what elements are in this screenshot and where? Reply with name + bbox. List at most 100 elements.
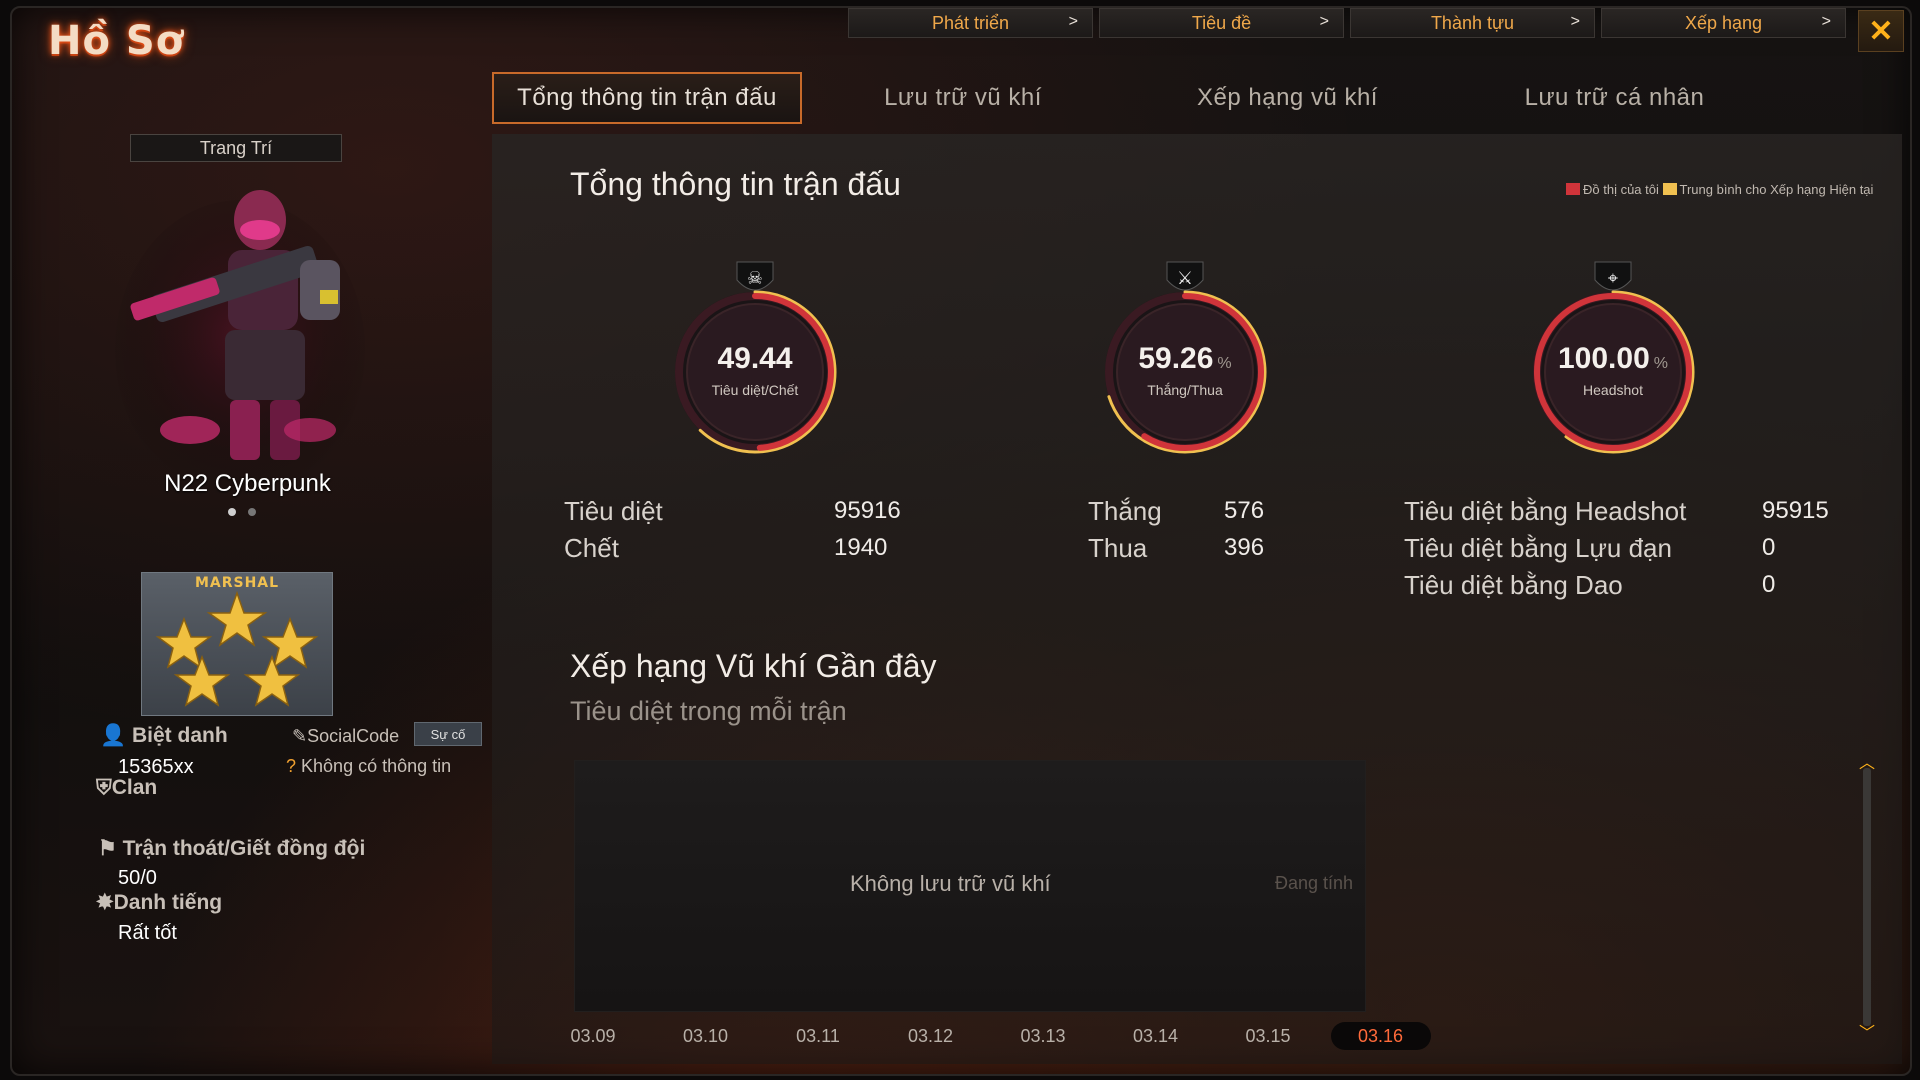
character-portrait (115, 190, 365, 500)
wins-value: 576 (1224, 497, 1265, 524)
gauge-headshot: ⌖ 100.00% Headshot (1508, 260, 1718, 470)
reputation-label-text: Danh tiếng (113, 891, 223, 914)
gauge-value: 49.44 (650, 342, 860, 376)
weapon-rank-subtitle: Tiêu diệt trong mỗi trận (570, 696, 847, 726)
socialcode-label: ✎SocialCode (292, 726, 399, 747)
top-nav-label: Tiêu đề (1191, 12, 1252, 33)
gauge-value-text: 59.26 (1138, 342, 1214, 375)
gauge-label: Thắng/Thua (1147, 382, 1223, 398)
socialcode-label-text: SocialCode (307, 726, 400, 746)
date-option[interactable]: 03.12 (886, 1022, 976, 1050)
gauge-winrate: ⚔ 59.26% Thắng/Thua (1080, 260, 1290, 470)
pager-dot[interactable] (228, 508, 236, 516)
date-option[interactable]: 03.11 (773, 1022, 863, 1050)
date-option[interactable]: 03.16 (1330, 1022, 1431, 1050)
tab-weapon-storage[interactable]: Lưu trữ vũ khí (802, 72, 1124, 124)
legend-swatch-mine (1566, 183, 1580, 195)
close-icon: ✕ (1868, 14, 1894, 48)
skull-icon: ☠ (747, 268, 763, 289)
person-icon: 👤 (100, 724, 127, 747)
gauge-unit: % (1217, 355, 1232, 372)
knife-kills-label: Tiêu diệt bằng Dao (1404, 570, 1623, 600)
knife-kills-value: 0 (1762, 571, 1776, 598)
headshot-kills-value: 95915 (1762, 497, 1829, 524)
running-icon: ⚑ (98, 837, 117, 860)
scroll-down-icon[interactable]: ﹀ (1856, 1026, 1878, 1042)
escape-teamkill-label: ⚑ Trận thoát/Giết đồng đội (98, 836, 365, 861)
kills-value: 95916 (834, 497, 901, 524)
scrollbar[interactable]: ︿ ﹀ (1856, 756, 1878, 1042)
gauge-value-text: 49.44 (717, 342, 793, 375)
date-option[interactable]: 03.15 (1223, 1022, 1313, 1050)
top-nav: Phát triển > Tiêu đề > Thành tựu > Xếp hạng… (848, 8, 1846, 38)
chart-empty-message: Không lưu trữ vũ khí (850, 871, 1051, 896)
deaths-value: 1940 (834, 534, 888, 561)
tab-match-overview[interactable]: Tổng thông tin trận đấu (492, 72, 802, 124)
tab-weapon-ranking[interactable]: Xếp hạng vũ khí (1124, 72, 1451, 124)
sub-tabs: Tổng thông tin trận đấu Lưu trữ vũ khí X… (492, 72, 1778, 124)
wins-label: Thắng (1088, 496, 1162, 526)
losses-value: 396 (1224, 534, 1265, 561)
character-name: N22 Cyberpunk (164, 470, 331, 497)
headshot-kills-label: Tiêu diệt bằng Headshot (1404, 496, 1687, 526)
chevron-right-icon: > (1319, 13, 1329, 30)
socialcode-value: ? Không có thông tin (286, 756, 451, 777)
decorate-button[interactable]: Trang Trí (130, 134, 342, 162)
clan-label-text: Clan (111, 776, 158, 799)
pager-dot[interactable] (248, 508, 256, 516)
grenade-kills-value: 0 (1762, 534, 1776, 561)
socialcode-issue-button[interactable]: Sự cố (414, 722, 482, 746)
top-nav-develop[interactable]: Phát triển > (848, 8, 1093, 38)
top-nav-achievements[interactable]: Thành tựu > (1350, 8, 1595, 38)
legend-swatch-avg (1662, 183, 1677, 195)
gauge-label: Headshot (1583, 382, 1643, 398)
top-nav-label: Thành tựu (1430, 12, 1515, 33)
date-option[interactable]: 03.14 (1111, 1022, 1201, 1050)
deaths-label: Chết (564, 533, 619, 563)
character-pager[interactable] (228, 508, 256, 516)
gauge-value: 59.26% (1080, 342, 1290, 376)
tab-personal-storage[interactable]: Lưu trữ cá nhân (1451, 72, 1778, 124)
clan-label: ⛨Clan (96, 776, 157, 800)
gauge-value: 100.00% (1508, 342, 1718, 376)
chevron-right-icon: > (1570, 13, 1580, 30)
overview-title: Tổng thông tin trận đấu (570, 166, 901, 202)
grenade-kills-label: Tiêu diệt bằng Lựu đạn (1404, 533, 1672, 563)
top-nav-label: Xếp hạng (1684, 12, 1763, 33)
kills-label: Tiêu diệt (564, 496, 663, 526)
losses-label: Thua (1088, 533, 1148, 563)
window-title: Hồ Sơ (48, 18, 185, 64)
chart-loading-text: Đang tính (1275, 873, 1354, 893)
reputation-label: ✸Danh tiếng (96, 890, 222, 915)
gauge-unit: % (1653, 355, 1668, 372)
scroll-track[interactable] (1863, 768, 1871, 1026)
legend-avg: Trung bình cho Xếp hạng Hiện tại (1679, 182, 1874, 197)
close-button[interactable]: ✕ (1858, 10, 1904, 52)
top-nav-ranking[interactable]: Xếp hạng > (1601, 8, 1846, 38)
escape-teamkill-value: 50/0 (118, 867, 157, 889)
crosshair-icon: ⌖ (1608, 268, 1618, 289)
date-option[interactable]: 03.13 (998, 1022, 1088, 1050)
rank-badge: MARSHAL (141, 572, 333, 716)
escape-label-text: Trận thoát/Giết đồng đội (122, 837, 366, 860)
gauge-value-text: 100.00 (1558, 342, 1650, 375)
chevron-right-icon: > (1821, 13, 1831, 30)
legend-mine: Đồ thị của tôi (1583, 182, 1659, 197)
tag-icon: ✎ (292, 726, 308, 746)
chart-legend: Đồ thị của tôi Trung bình cho Xếp hạng H… (1566, 182, 1886, 198)
shield-icon: ⛨ (96, 776, 112, 799)
gauge-label: Tiêu diệt/Chết (711, 382, 799, 398)
socialcode-value-text: Không có thông tin (301, 756, 452, 776)
reputation-value: Rất tốt (118, 922, 177, 944)
crossed-swords-icon: ⚔ (1177, 268, 1193, 289)
gear-icon: ✸ (96, 891, 114, 914)
weapon-rank-chart: Không lưu trữ vũ khí Đang tính (574, 760, 1366, 1012)
nickname-label: 👤 Biệt danh (100, 724, 228, 748)
top-nav-titles[interactable]: Tiêu đề > (1099, 8, 1344, 38)
top-nav-label: Phát triển (931, 12, 1010, 33)
rank-title: MARSHAL (194, 575, 280, 591)
nickname-label-text: Biệt danh (132, 724, 228, 747)
date-option[interactable]: 03.09 (548, 1022, 638, 1050)
chevron-right-icon: > (1068, 13, 1078, 30)
date-option[interactable]: 03.10 (661, 1022, 751, 1050)
